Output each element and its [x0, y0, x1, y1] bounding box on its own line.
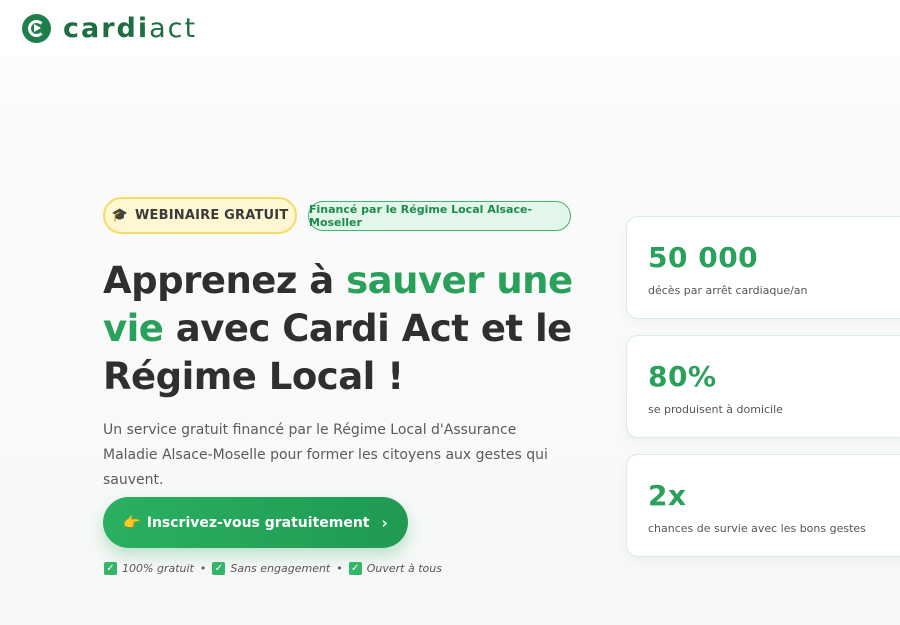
- signup-button[interactable]: 👉 Inscrivez-vous gratuitement ›: [103, 497, 408, 548]
- checkmark-icon: ✓: [104, 561, 117, 575]
- perk-label: Sans engagement: [230, 561, 331, 575]
- stat-label: décès par arrêt cardiaque/an: [648, 284, 808, 297]
- stat-card: 2x chances de survie avec les bons geste…: [626, 454, 900, 557]
- chevron-right-icon: ›: [381, 513, 388, 532]
- logo-wordmark[interactable]: cardiact: [63, 13, 197, 44]
- page-title: Apprenez à sauver une vie avec Cardi Act…: [103, 257, 573, 401]
- stat-card: 80% se produisent à domicile: [626, 335, 900, 438]
- stat-value: 50 000: [648, 241, 759, 274]
- site-header: cardiact: [0, 0, 900, 57]
- perk-label: 100% gratuit: [122, 561, 194, 575]
- title-part2: avec Cardi Act et le Régime Local !: [103, 307, 572, 398]
- perk-separator: •: [199, 561, 207, 575]
- stat-value: 80%: [648, 360, 717, 393]
- funded-badge-label: Financé par le Régime Local Alsace-Mosel…: [309, 203, 533, 229]
- cardiact-logo-icon[interactable]: [22, 14, 51, 43]
- title-part1: Apprenez à: [103, 259, 347, 302]
- perk-item: ✓ 100% gratuit: [104, 561, 194, 575]
- hero-subtitle: Un service gratuit financé par le Régime…: [103, 422, 548, 488]
- perk-item: ✓ Sans engagement: [212, 561, 331, 575]
- logo-light: act: [149, 13, 198, 44]
- webinar-badge: 🎓 WEBINAIRE GRATUIT: [103, 197, 297, 234]
- perk-separator: •: [336, 561, 343, 575]
- signup-button-label: Inscrivez-vous gratuitement: [146, 514, 370, 531]
- stat-value: 2x: [648, 479, 687, 512]
- logo-bold: cardi: [63, 13, 150, 44]
- webinar-badge-label: WEBINAIRE GRATUIT: [134, 208, 289, 223]
- perks-list: ✓ 100% gratuit • ✓ Sans engagement • ✓ Ouve…: [104, 560, 442, 576]
- stat-label: chances de survie avec les bons gestes: [648, 522, 866, 535]
- pointing-hand-icon: 👉: [123, 514, 141, 531]
- checkmark-icon: ✓: [212, 561, 226, 575]
- graduation-cap-icon: 🎓: [111, 208, 128, 223]
- stat-label: se produisent à domicile: [648, 403, 783, 416]
- funded-badge: Financé par le Régime Local Alsace-Mosel…: [308, 201, 571, 231]
- checkmark-icon: ✓: [348, 561, 362, 575]
- stat-card: 50 000 décès par arrêt cardiaque/an: [626, 216, 900, 319]
- logo-play-triangle: [34, 24, 41, 32]
- perk-item: ✓ Ouvert à tous: [348, 561, 442, 575]
- perk-label: Ouvert à tous: [366, 561, 442, 575]
